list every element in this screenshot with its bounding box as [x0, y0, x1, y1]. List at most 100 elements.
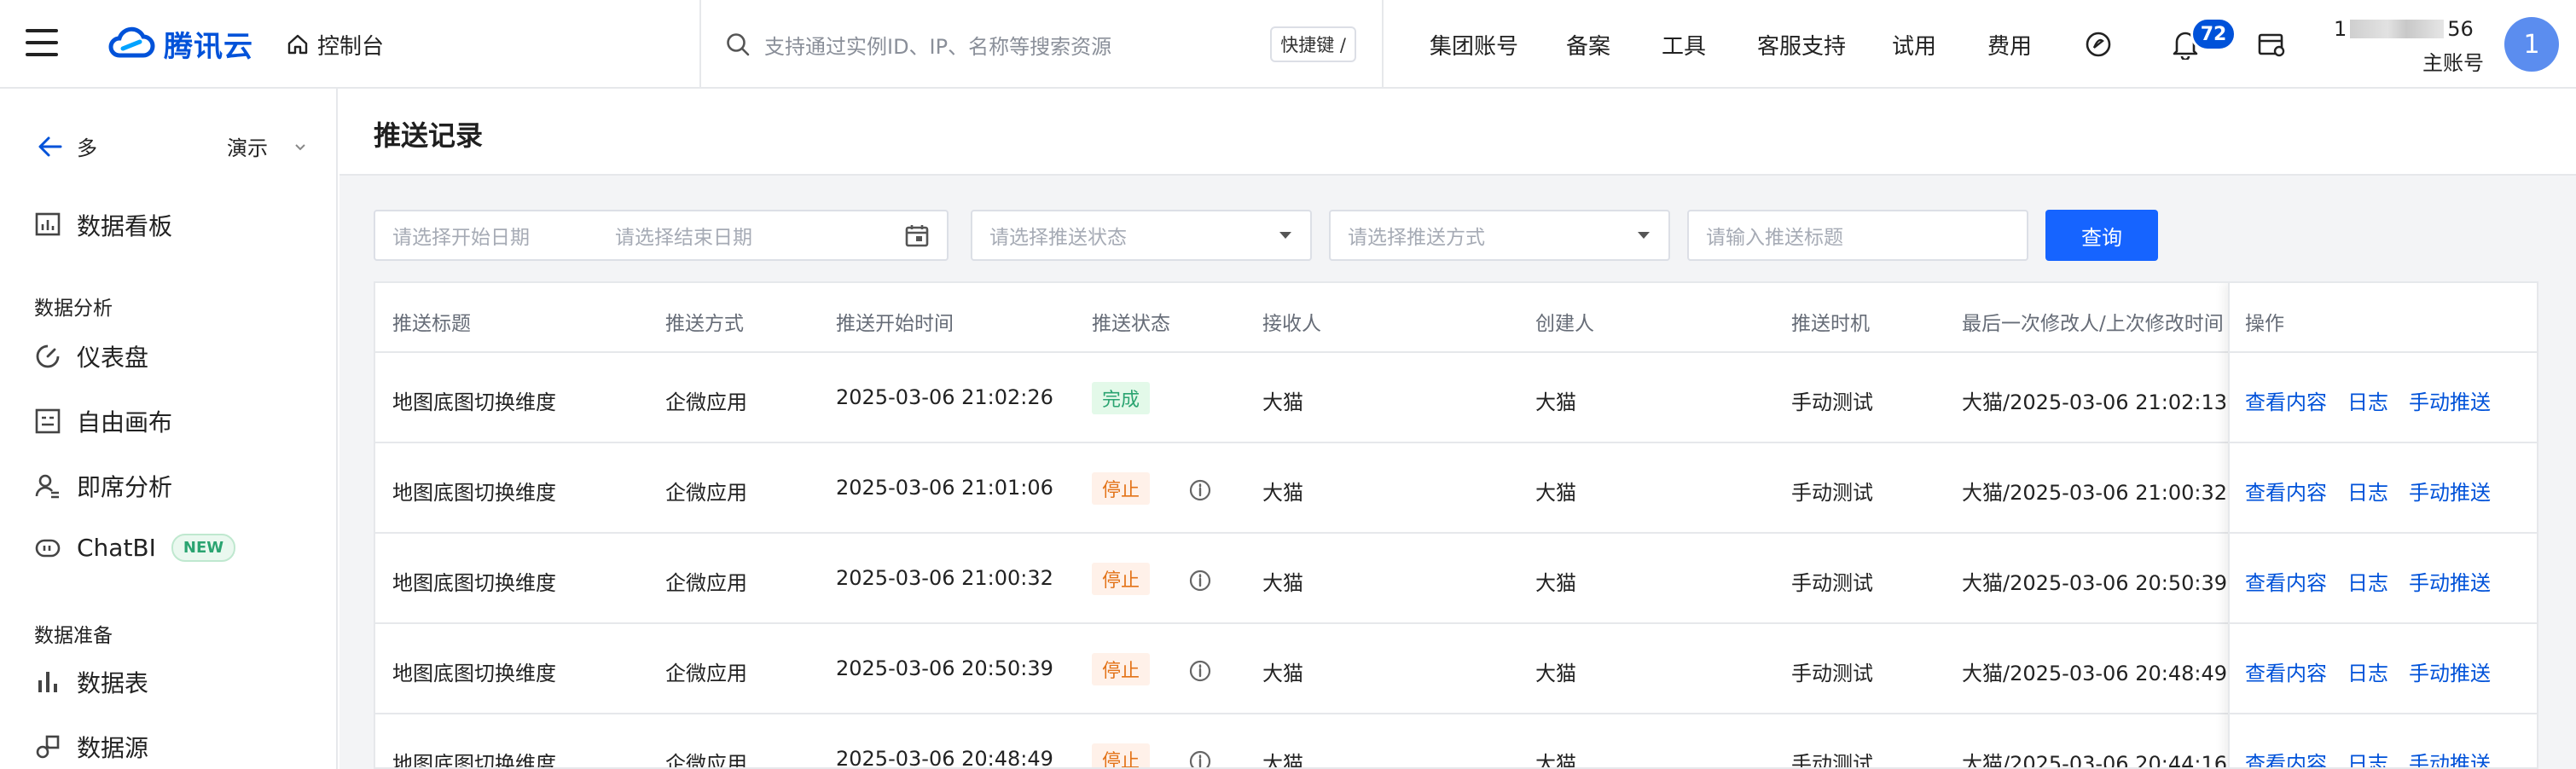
- order-icon[interactable]: [2257, 31, 2286, 58]
- sidebar-item-datasource[interactable]: 数据源: [34, 730, 148, 764]
- console-link[interactable]: 控制台: [287, 26, 384, 63]
- top-bar: 腾讯云 控制台 支持通过实例ID、IP、名称等搜索资源 快捷键 / 集团账号 备…: [0, 0, 2576, 89]
- project-name-prefix: 多: [77, 136, 97, 160]
- log-link[interactable]: 日志: [2347, 476, 2388, 506]
- cell-title: 地图底图切换维度: [392, 662, 556, 685]
- sidebar-item-adhoc-analysis[interactable]: 即席分析: [34, 469, 172, 503]
- shortcut-hint: 快捷键 /: [1270, 26, 1356, 62]
- cell-title: 地图底图切换维度: [392, 752, 556, 769]
- sidebar-item-datatable[interactable]: 数据表: [34, 665, 148, 699]
- sidebar-item-label: ChatBI: [77, 534, 156, 562]
- avatar[interactable]: 1: [2504, 17, 2559, 72]
- title-search-input[interactable]: 请输入推送标题: [1687, 210, 2028, 261]
- nav-billing[interactable]: 费用: [1987, 26, 2032, 63]
- view-content-link[interactable]: 查看内容: [2245, 747, 2327, 767]
- cell-receiver: 大猫: [1262, 571, 1303, 595]
- account-id[interactable]: 1 56: [2334, 17, 2474, 41]
- manual-push-link[interactable]: 手动推送: [2409, 566, 2491, 596]
- info-icon[interactable]: [1189, 750, 1211, 769]
- cell-modified: 大猫/2025-03-06 21:02:13: [1962, 390, 2227, 414]
- table-row: 地图底图切换维度 企微应用 2025-03-06 21:02:26 大猫 大猫 手动测试 大…: [375, 353, 2537, 443]
- logo-text: 腾讯云: [164, 29, 253, 64]
- status-badge: 停止: [1092, 743, 1151, 767]
- page-header: 推送记录: [339, 89, 2576, 176]
- nav-trial[interactable]: 试用: [1892, 26, 1936, 63]
- sidebar-item-label: 即席分析: [77, 473, 173, 501]
- cell-modified: 大猫/2025-03-06 20:50:39: [1962, 571, 2227, 595]
- sidebar-item-canvas[interactable]: 自由画布: [34, 404, 172, 438]
- view-content-link[interactable]: 查看内容: [2245, 566, 2327, 596]
- col-start-time[interactable]: 推送开始时间: [836, 307, 954, 336]
- col-status[interactable]: 推送状态: [1092, 307, 1170, 336]
- sidebar-item-dashboard-board[interactable]: 数据看板: [34, 208, 172, 242]
- cell-timing: 手动测试: [1791, 752, 1873, 769]
- cell-modified: 大猫/2025-03-06 20:44:16: [1962, 752, 2227, 769]
- project-switcher[interactable]: 多 演示: [38, 131, 307, 161]
- status-select[interactable]: 请选择推送状态: [971, 210, 1312, 261]
- search-input[interactable]: 支持通过实例ID、IP、名称等搜索资源 快捷键 /: [725, 24, 1356, 65]
- cell-start-time: 2025-03-06 20:48:49: [836, 747, 1053, 769]
- title-placeholder: 请输入推送标题: [1706, 227, 1843, 249]
- log-link[interactable]: 日志: [2347, 566, 2388, 596]
- sidebar-item-gauge[interactable]: 仪表盘: [34, 339, 148, 373]
- sidebar-item-label: 数据看板: [77, 212, 173, 240]
- status-placeholder: 请选择推送状态: [989, 227, 1127, 249]
- date-range-picker[interactable]: 请选择开始日期 请选择结束日期: [374, 210, 949, 261]
- info-icon[interactable]: [1189, 660, 1211, 682]
- cell-modified: 大猫/2025-03-06 20:48:49: [1962, 662, 2227, 685]
- nav-filing[interactable]: 备案: [1566, 26, 1610, 63]
- table-row: 地图底图切换维度 企微应用 2025-03-06 20:48:49 大猫 大猫 手动测试 大…: [375, 714, 2537, 769]
- col-timing[interactable]: 推送时机: [1791, 307, 1870, 336]
- assistant-icon[interactable]: [2085, 31, 2112, 58]
- end-date-placeholder: 请选择结束日期: [615, 227, 752, 249]
- canvas-icon: [35, 408, 61, 434]
- col-creator[interactable]: 创建人: [1535, 307, 1594, 336]
- log-link[interactable]: 日志: [2347, 385, 2388, 415]
- nav-tools[interactable]: 工具: [1662, 26, 1706, 63]
- status-badge: 停止: [1092, 472, 1151, 505]
- manual-push-link[interactable]: 手动推送: [2409, 476, 2491, 506]
- nav-support[interactable]: 客服支持: [1757, 26, 1846, 63]
- info-icon[interactable]: [1189, 479, 1211, 501]
- sidebar-item-label: 仪表盘: [77, 344, 149, 372]
- sidebar-item-chatbi[interactable]: ChatBI NEW: [34, 534, 236, 562]
- cell-creator: 大猫: [1535, 390, 1576, 414]
- console-label: 控制台: [317, 33, 385, 60]
- back-arrow-icon[interactable]: [38, 136, 63, 158]
- col-receiver[interactable]: 接收人: [1262, 307, 1321, 336]
- cell-method: 企微应用: [665, 662, 747, 685]
- col-title[interactable]: 推送标题: [392, 307, 471, 336]
- cell-method: 企微应用: [665, 390, 747, 414]
- query-button[interactable]: 查询: [2045, 210, 2158, 261]
- info-icon[interactable]: [1189, 570, 1211, 592]
- search-icon: [727, 33, 750, 56]
- cell-receiver: 大猫: [1262, 662, 1303, 685]
- view-content-link[interactable]: 查看内容: [2245, 476, 2327, 506]
- view-content-link[interactable]: 查看内容: [2245, 656, 2327, 686]
- nav-group-account[interactable]: 集团账号: [1430, 26, 1518, 63]
- col-method[interactable]: 推送方式: [665, 307, 744, 336]
- cell-receiver: 大猫: [1262, 752, 1303, 769]
- manual-push-link[interactable]: 手动推送: [2409, 656, 2491, 686]
- log-link[interactable]: 日志: [2347, 656, 2388, 686]
- notification-badge[interactable]: 72: [2190, 17, 2237, 51]
- cell-receiver: 大猫: [1262, 390, 1303, 414]
- menu-icon[interactable]: [26, 29, 58, 56]
- log-link[interactable]: 日志: [2347, 747, 2388, 767]
- cell-title: 地图底图切换维度: [392, 481, 556, 505]
- manual-push-link[interactable]: 手动推送: [2409, 385, 2491, 415]
- cell-timing: 手动测试: [1791, 390, 1873, 414]
- chevron-down-icon: [295, 143, 305, 150]
- view-content-link[interactable]: 查看内容: [2245, 385, 2327, 415]
- sidebar-item-label: 自由画布: [77, 408, 173, 437]
- logo[interactable]: 腾讯云: [107, 22, 253, 65]
- actions-column: [2228, 283, 2537, 767]
- gauge-icon: [36, 344, 60, 368]
- user-analysis-icon: [35, 474, 59, 499]
- divider: [1382, 0, 1384, 89]
- calendar-icon: [905, 225, 929, 247]
- manual-push-link[interactable]: 手动推送: [2409, 747, 2491, 767]
- method-select[interactable]: 请选择推送方式: [1329, 210, 1670, 261]
- col-modified[interactable]: 最后一次修改人/上次修改时间: [1962, 307, 2226, 336]
- cell-timing: 手动测试: [1791, 571, 1873, 595]
